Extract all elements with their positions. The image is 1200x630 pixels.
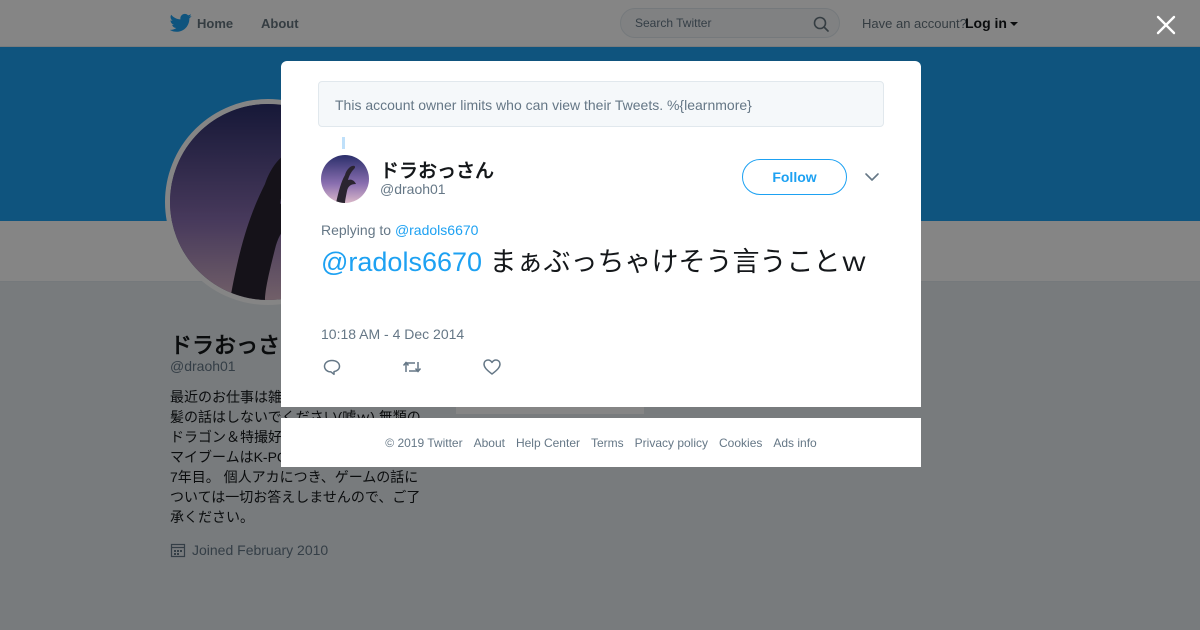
replying-to-line: Replying to @radols6670 <box>321 222 478 238</box>
tweet-author-handle[interactable]: @draoh01 <box>380 181 446 197</box>
thread-connector <box>342 137 345 149</box>
tweet-author-avatar[interactable] <box>321 155 369 203</box>
tweet-author-name[interactable]: ドラおっさん <box>380 156 494 183</box>
close-icon[interactable] <box>1153 12 1179 38</box>
footer-link-help-center[interactable]: Help Center <box>516 436 580 450</box>
retweet-icon[interactable] <box>402 358 422 376</box>
footer-copyright: © 2019 Twitter <box>385 435 463 450</box>
modal-footer: © 2019 Twitter About Help Center Terms P… <box>281 418 921 467</box>
chevron-down-icon[interactable] <box>864 171 880 183</box>
replying-to-link[interactable]: @radols6670 <box>395 222 479 238</box>
tweet-mention-link[interactable]: @radols6670 <box>321 247 482 277</box>
footer-link-privacy-policy[interactable]: Privacy policy <box>635 436 708 450</box>
footer-link-about[interactable]: About <box>474 436 505 450</box>
tweet-body: まぁぶっちゃけそう言うことｗ <box>482 247 868 277</box>
footer-link-cookies[interactable]: Cookies <box>719 436 762 450</box>
protected-account-notice: This account owner limits who can view t… <box>318 81 884 127</box>
tweet-timestamp[interactable]: 10:18 AM - 4 Dec 2014 <box>321 326 464 342</box>
dragon-avatar-image <box>321 155 369 203</box>
replying-prefix: Replying to <box>321 222 392 238</box>
reply-icon[interactable] <box>322 358 342 376</box>
footer-link-terms[interactable]: Terms <box>591 436 624 450</box>
tweet-modal: This account owner limits who can view t… <box>281 61 921 407</box>
follow-button[interactable]: Follow <box>742 159 847 195</box>
tweet-text: @radols6670 まぁぶっちゃけそう言うことｗ <box>321 245 881 279</box>
footer-link-ads-info[interactable]: Ads info <box>773 436 816 450</box>
like-icon[interactable] <box>482 358 502 376</box>
